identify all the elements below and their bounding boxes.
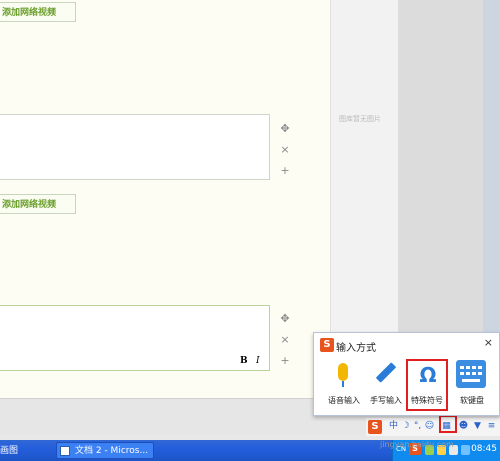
microphone-icon (338, 363, 348, 381)
omega-icon: Ω (419, 363, 437, 387)
text-box[interactable] (0, 114, 270, 180)
popup-title: 输入方式 (336, 343, 376, 354)
microphone-stand (342, 381, 344, 387)
input-method-popup: S 输入方式 × 语音输入 手写输入 Ω 特殊符号 软键盘 (313, 332, 500, 416)
option-label: 特殊符号 (411, 396, 443, 405)
text-box[interactable]: B I (0, 305, 270, 371)
clock[interactable]: 08:45 (471, 444, 497, 454)
option-label: 语音输入 (328, 396, 360, 405)
taskbar-paint-label[interactable]: 画图 (0, 443, 18, 456)
user-icon[interactable]: ☻ (458, 421, 469, 432)
sogou-logo-icon[interactable]: S (368, 420, 382, 434)
moon-icon[interactable]: ☽ (400, 421, 411, 432)
chinese-mode-icon[interactable]: 中 (388, 421, 399, 432)
menu-icon[interactable]: ≡ (486, 421, 497, 432)
option-label: 软键盘 (460, 396, 484, 405)
sogou-logo-icon: S (320, 338, 334, 352)
add-video-button[interactable]: 添加网络视频 (0, 2, 76, 22)
italic-button[interactable]: I (256, 356, 260, 366)
move-icon[interactable]: ✥ (279, 313, 291, 325)
remove-icon[interactable]: × (279, 334, 291, 346)
keyboard-icon (456, 360, 486, 388)
add-video-button[interactable]: 添加网络视频 (0, 194, 76, 214)
editor-area: 添加网络视频 ✥ × + 添加网络视频 B I ✥ × + (0, 0, 330, 400)
special-symbols-option[interactable]: Ω 特殊符号 (406, 359, 448, 411)
voice-input-option[interactable]: 语音输入 (324, 359, 364, 411)
taskbar-window-button[interactable]: 文档 2 - Micros... (56, 442, 154, 459)
taskbar-window-label: 文档 2 - Micros... (75, 446, 149, 456)
remove-icon[interactable]: × (279, 144, 291, 156)
shirt-icon[interactable]: ▼ (472, 421, 483, 432)
smiley-icon[interactable]: ☺ (424, 421, 435, 432)
gallery-empty-text: 图库暂无图片 (339, 115, 381, 123)
document-icon (60, 446, 70, 456)
shield-icon[interactable] (461, 445, 470, 455)
punctuation-icon[interactable]: °, (412, 421, 423, 432)
soft-keyboard-option[interactable]: 软键盘 (452, 359, 492, 411)
option-label: 手写输入 (370, 396, 402, 405)
add-icon[interactable]: + (279, 165, 291, 177)
ime-toolbar: S 中 ☽ °, ☺ ▦ ☻ ▼ ≡ (366, 418, 500, 436)
bold-button[interactable]: B (240, 356, 248, 366)
close-icon[interactable]: × (484, 336, 493, 349)
move-icon[interactable]: ✥ (279, 123, 291, 135)
handwriting-input-option[interactable]: 手写输入 (366, 359, 406, 411)
pen-icon (375, 362, 397, 383)
add-icon[interactable]: + (279, 355, 291, 367)
watermark: jingyan.baidu.com (380, 440, 454, 449)
